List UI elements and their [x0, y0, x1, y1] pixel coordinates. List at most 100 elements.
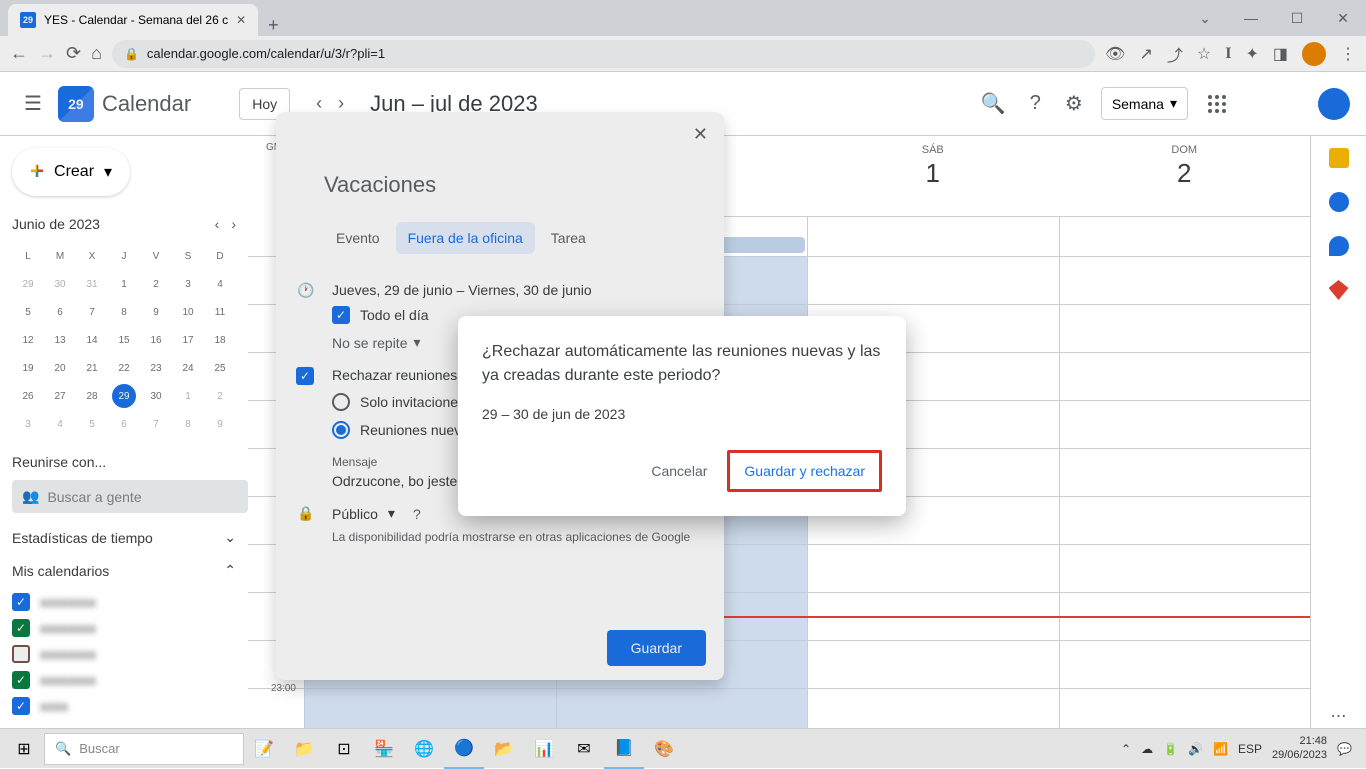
view-selector[interactable]: Semana ▾: [1101, 87, 1188, 120]
clock[interactable]: 21:48 29/06/2023: [1272, 735, 1327, 761]
search-icon[interactable]: 🔍: [975, 85, 1012, 122]
tab-event[interactable]: Evento: [324, 222, 392, 254]
back-icon[interactable]: ←: [10, 43, 28, 64]
taskbar-search[interactable]: 🔍 Buscar: [44, 733, 244, 765]
chevron-down-icon[interactable]: ⌄: [1182, 0, 1228, 36]
my-calendars-toggle[interactable]: Mis calendarios ⌃: [12, 562, 248, 579]
mini-day[interactable]: 17: [172, 326, 204, 354]
store-icon[interactable]: 🏪: [364, 729, 404, 769]
calendar-checkbox-item[interactable]: ✓xxxxxxxx: [12, 615, 248, 641]
tab-out-of-office[interactable]: Fuera de la oficina: [396, 222, 535, 254]
reject-checkbox[interactable]: ✓: [296, 367, 314, 385]
battery-icon[interactable]: 🔋: [1163, 742, 1178, 756]
mini-day[interactable]: 12: [12, 326, 44, 354]
help-icon[interactable]: ?: [1024, 86, 1047, 121]
window-close[interactable]: ✕: [1320, 0, 1366, 36]
tab-close-icon[interactable]: ✕: [236, 13, 246, 27]
start-button[interactable]: ⊞: [4, 729, 44, 769]
share-icon[interactable]: ⤴: [1167, 42, 1183, 66]
mini-day[interactable]: 27: [44, 382, 76, 410]
calendar-checkbox-item[interactable]: ✓xxxxxxxx: [12, 589, 248, 615]
account-avatar[interactable]: [1318, 88, 1350, 120]
volume-icon[interactable]: 🔊: [1188, 742, 1203, 756]
apps-grid-icon[interactable]: [1200, 87, 1234, 121]
mini-day[interactable]: 14: [76, 326, 108, 354]
panel-icon[interactable]: ◨: [1273, 44, 1288, 64]
tasks-icon[interactable]: [1329, 192, 1349, 212]
mini-day[interactable]: 31: [76, 270, 108, 298]
mini-day[interactable]: 11: [204, 298, 236, 326]
mini-day[interactable]: 22: [108, 354, 140, 382]
new-tab-button[interactable]: +: [258, 15, 289, 36]
calendar-checkbox-item[interactable]: xxxxxxxx: [12, 641, 248, 667]
mini-day[interactable]: 13: [44, 326, 76, 354]
mini-day[interactable]: 8: [172, 410, 204, 438]
mini-day[interactable]: 21: [76, 354, 108, 382]
date-range-picker[interactable]: Jueves, 29 de junio – Viernes, 30 de jun…: [332, 282, 704, 298]
mini-day[interactable]: 6: [108, 410, 140, 438]
task-view-icon[interactable]: ⊡: [324, 729, 364, 769]
mini-day[interactable]: 30: [140, 382, 172, 410]
mini-day[interactable]: 1: [172, 382, 204, 410]
star-icon[interactable]: ☆: [1197, 44, 1211, 64]
mini-day[interactable]: 2: [204, 382, 236, 410]
mini-day[interactable]: 16: [140, 326, 172, 354]
language-indicator[interactable]: ESP: [1238, 742, 1262, 756]
time-stats-toggle[interactable]: Estadísticas de tiempo ⌄: [12, 529, 248, 546]
explorer-icon[interactable]: 📂: [484, 729, 524, 769]
save-button[interactable]: Guardar: [607, 630, 706, 666]
day-column-header[interactable]: SÁB1: [807, 136, 1059, 216]
mini-day[interactable]: 20: [44, 354, 76, 382]
contacts-icon[interactable]: [1329, 236, 1349, 256]
onedrive-icon[interactable]: ☁: [1141, 742, 1153, 756]
mini-day[interactable]: 3: [172, 270, 204, 298]
mini-next-icon[interactable]: ›: [231, 216, 236, 232]
mini-day[interactable]: 23: [140, 354, 172, 382]
mini-day[interactable]: 25: [204, 354, 236, 382]
mini-day[interactable]: 7: [140, 410, 172, 438]
maps-icon[interactable]: [1329, 280, 1349, 300]
profile-avatar[interactable]: [1302, 42, 1326, 66]
mini-day[interactable]: 4: [44, 410, 76, 438]
mini-day[interactable]: 24: [172, 354, 204, 382]
event-title-input[interactable]: Vacaciones: [276, 112, 724, 210]
address-bar[interactable]: 🔒 calendar.google.com/calendar/u/3/r?pli…: [112, 40, 1095, 68]
gimp-icon[interactable]: 🎨: [644, 729, 684, 769]
day-column-header[interactable]: DOM2: [1059, 136, 1311, 216]
reload-icon[interactable]: ⟳: [66, 43, 81, 64]
search-people-input[interactable]: 👥 Buscar a gente: [12, 480, 248, 513]
mini-day[interactable]: 6: [44, 298, 76, 326]
window-minimize[interactable]: —: [1228, 0, 1274, 36]
mini-day[interactable]: 9: [140, 298, 172, 326]
wifi-icon[interactable]: 📶: [1213, 742, 1228, 756]
mini-day[interactable]: 15: [108, 326, 140, 354]
mini-day[interactable]: 26: [12, 382, 44, 410]
home-icon[interactable]: ⌂: [91, 43, 102, 64]
tab-task[interactable]: Tarea: [539, 222, 598, 254]
mini-day[interactable]: 7: [76, 298, 108, 326]
help-icon[interactable]: ?: [413, 506, 421, 522]
extensions-icon[interactable]: ✦: [1245, 44, 1258, 64]
task-app-icon[interactable]: 📁: [284, 729, 324, 769]
mini-day[interactable]: 5: [12, 298, 44, 326]
mini-day[interactable]: 3: [12, 410, 44, 438]
edge-icon[interactable]: 🌐: [404, 729, 444, 769]
settings-gear-icon[interactable]: ⚙: [1059, 85, 1089, 122]
open-external-icon[interactable]: ↗: [1139, 44, 1152, 64]
window-maximize[interactable]: ☐: [1274, 0, 1320, 36]
thunderbird-icon[interactable]: ✉: [564, 729, 604, 769]
browser-tab[interactable]: 29 YES - Calendar - Semana del 26 c ✕: [8, 4, 258, 36]
create-button[interactable]: + Crear ▾: [12, 148, 130, 196]
calendar-checkbox-item[interactable]: ✓xxxx: [12, 693, 248, 719]
mini-day[interactable]: 19: [12, 354, 44, 382]
mini-day[interactable]: 29: [112, 384, 136, 408]
mini-day[interactable]: 8: [108, 298, 140, 326]
mini-day[interactable]: 2: [140, 270, 172, 298]
cancel-button[interactable]: Cancelar: [639, 455, 719, 487]
task-app-icon[interactable]: 📝: [244, 729, 284, 769]
save-and-reject-button[interactable]: Guardar y rechazar: [727, 450, 882, 492]
keep-icon[interactable]: [1329, 148, 1349, 168]
mini-day[interactable]: 10: [172, 298, 204, 326]
chrome-icon[interactable]: 🔵: [444, 729, 484, 769]
eye-icon[interactable]: 👁: [1105, 44, 1125, 64]
